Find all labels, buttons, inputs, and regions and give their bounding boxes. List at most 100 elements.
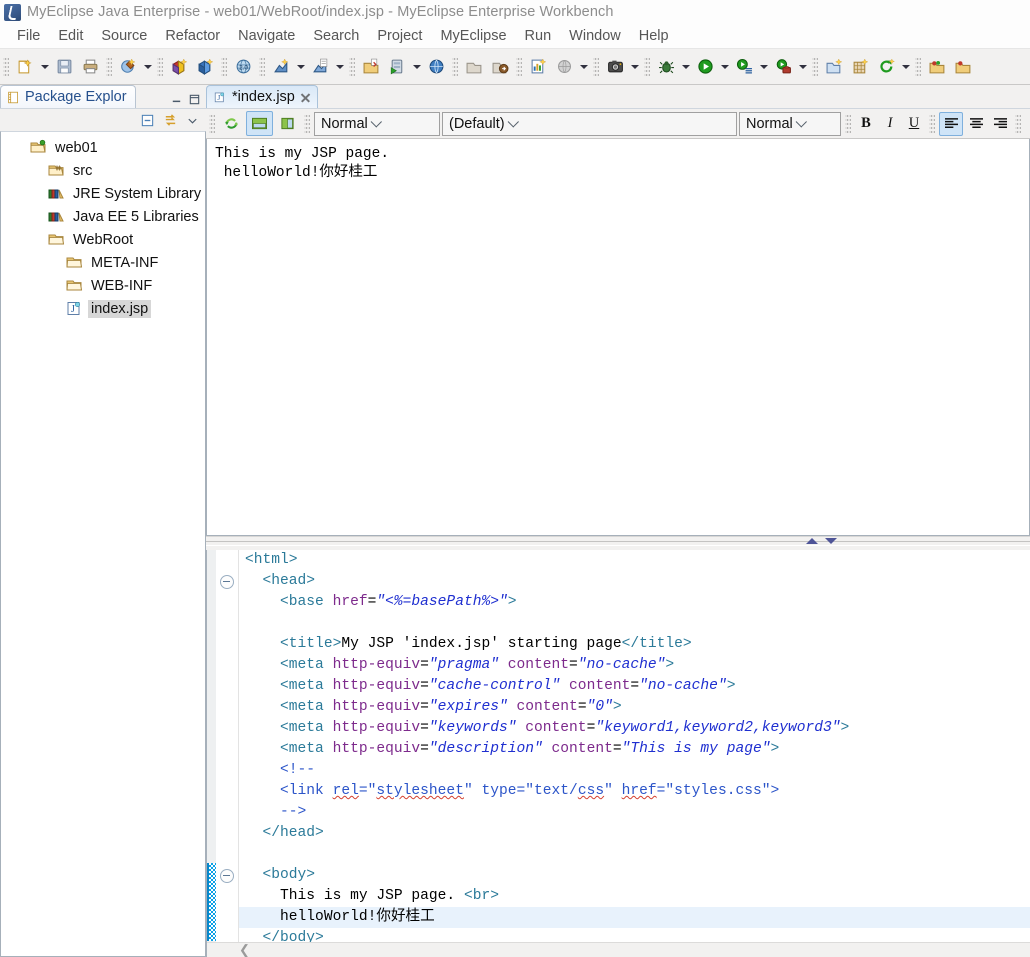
new-package-red-icon[interactable] — [167, 55, 191, 79]
menu-item-source[interactable]: Source — [92, 27, 156, 45]
new-package-blue-icon[interactable] — [193, 55, 217, 79]
menu-item-window[interactable]: Window — [560, 27, 630, 45]
toolbar-grip[interactable] — [845, 112, 851, 135]
source-editor-pane[interactable]: <html> <head> <base href="<%=basePath%>"… — [206, 550, 1030, 957]
bold-button[interactable]: B — [855, 113, 877, 135]
fill-color-icon[interactable] — [1025, 112, 1030, 135]
new-table-icon[interactable] — [848, 55, 872, 79]
split-vertical-icon[interactable] — [275, 112, 300, 135]
toolbar-grip[interactable] — [929, 112, 935, 135]
toolbar-grip[interactable] — [304, 112, 310, 135]
font-family-combo[interactable]: (Default) — [442, 111, 737, 136]
align-center-icon[interactable] — [965, 113, 987, 135]
run-server-dropdown-arrow[interactable] — [410, 55, 423, 79]
snapshot-dropdown-arrow[interactable] — [628, 55, 641, 79]
print-icon[interactable] — [78, 55, 102, 79]
snapshot-camera-icon[interactable] — [603, 55, 627, 79]
tree-item-index-jsp[interactable]: J index.jsp — [1, 297, 205, 320]
run-dropdown-arrow[interactable] — [718, 55, 731, 79]
sash-down-arrow-icon[interactable] — [825, 538, 837, 544]
new-folder-icon[interactable] — [822, 55, 846, 79]
toolbar-grip[interactable] — [221, 55, 227, 78]
debug-bug-icon[interactable] — [654, 55, 678, 79]
menu-item-run[interactable]: Run — [516, 27, 561, 45]
open-type-icon[interactable] — [359, 55, 383, 79]
tree-item-java-ee-5-libraries[interactable]: Java EE 5 Libraries — [1, 205, 205, 228]
font-size-combo[interactable]: Normal — [739, 111, 841, 136]
new-java-file-dropdown-arrow[interactable] — [333, 55, 346, 79]
toolbar-grip[interactable] — [349, 55, 355, 78]
editor-sash[interactable] — [206, 536, 1030, 550]
menu-item-navigate[interactable]: Navigate — [229, 27, 304, 45]
tree-item-webroot[interactable]: WebRoot — [1, 228, 205, 251]
editor-h-scrollbar[interactable]: ❮ — [207, 942, 1030, 957]
web-preview-icon[interactable] — [552, 55, 576, 79]
menu-item-project[interactable]: Project — [368, 27, 431, 45]
run-server-icon[interactable] — [385, 55, 409, 79]
toolbar-grip[interactable] — [106, 55, 112, 78]
menu-item-help[interactable]: Help — [630, 27, 678, 45]
link-with-editor-icon[interactable] — [163, 113, 178, 128]
underline-button[interactable]: U — [903, 113, 925, 135]
run-history-dropdown-arrow[interactable] — [757, 55, 770, 79]
sash-up-arrow-icon[interactable] — [806, 538, 818, 544]
chevron-down-icon[interactable] — [505, 115, 523, 128]
web20-browser-icon[interactable]: 2.0 — [231, 55, 255, 79]
align-left-icon[interactable] — [939, 111, 963, 136]
toolbar-grip[interactable] — [259, 55, 265, 78]
menu-item-refactor[interactable]: Refactor — [156, 27, 229, 45]
package-explorer-tree[interactable]: web01 src JRE System Library Java EE 5 L… — [0, 131, 206, 957]
align-right-icon[interactable] — [989, 113, 1011, 135]
new-java-class-dropdown-arrow[interactable] — [294, 55, 307, 79]
deploy-myeclipse-icon[interactable] — [116, 55, 140, 79]
split-horizontal-icon[interactable] — [246, 111, 273, 136]
toolbar-grip[interactable] — [452, 55, 458, 78]
design-preview-pane[interactable]: This is my JSP page. helloWorld!你好桂工 — [206, 139, 1030, 536]
refresh-dropdown-arrow[interactable] — [899, 55, 912, 79]
toolbar-grip[interactable] — [593, 55, 599, 78]
folding-ruler[interactable] — [216, 550, 239, 957]
new-wizard-icon[interactable] — [13, 55, 37, 79]
collapse-all-icon[interactable] — [140, 113, 155, 128]
debug-dropdown-arrow[interactable] — [679, 55, 692, 79]
save-icon[interactable] — [52, 55, 76, 79]
open-resource-icon[interactable] — [951, 55, 975, 79]
new-java-file-icon[interactable] — [308, 55, 332, 79]
tree-item-src[interactable]: src — [1, 159, 205, 182]
italic-button[interactable]: I — [879, 113, 901, 135]
run-play-icon[interactable] — [693, 55, 717, 79]
toolbar-grip[interactable] — [915, 55, 921, 78]
toolbar-grip[interactable] — [157, 55, 163, 78]
tab-index-jsp[interactable]: J *index.jsp — [206, 85, 318, 108]
menu-item-myeclipse[interactable]: MyEclipse — [431, 27, 515, 45]
web-preview-dropdown-arrow[interactable] — [577, 55, 590, 79]
paragraph-style-combo[interactable]: Normal — [314, 111, 440, 136]
toolbar-grip[interactable] — [209, 112, 215, 135]
menu-item-edit[interactable]: Edit — [49, 27, 92, 45]
fold-collapse-icon[interactable] — [220, 869, 234, 883]
run-external-tools-icon[interactable] — [771, 55, 795, 79]
export-icon[interactable] — [488, 55, 512, 79]
run-history-icon[interactable] — [732, 55, 756, 79]
refresh-preview-icon[interactable] — [219, 112, 244, 135]
maximize-icon[interactable] — [188, 93, 201, 106]
open-project-icon[interactable] — [925, 55, 949, 79]
fold-collapse-icon[interactable] — [220, 575, 234, 589]
toolbar-grip[interactable] — [1015, 112, 1021, 135]
globe-web-icon[interactable] — [424, 55, 448, 79]
new-java-class-icon[interactable] — [269, 55, 293, 79]
report-icon[interactable] — [526, 55, 550, 79]
close-icon[interactable] — [300, 92, 311, 103]
view-menu-icon[interactable] — [186, 114, 199, 127]
minimize-icon[interactable] — [170, 93, 183, 106]
deploy-dropdown-arrow[interactable] — [141, 55, 154, 79]
refresh-green-icon[interactable] — [874, 55, 898, 79]
open-external-icon[interactable] — [462, 55, 486, 79]
external-tools-dropdown-arrow[interactable] — [796, 55, 809, 79]
scroll-left-icon[interactable]: ❮ — [239, 942, 250, 957]
toolbar-grip[interactable] — [644, 55, 650, 78]
chevron-down-icon[interactable] — [368, 115, 386, 128]
new-wizard-dropdown-arrow[interactable] — [38, 55, 51, 79]
tab-package-explorer[interactable]: Package Explor — [0, 85, 136, 108]
tree-item-meta-inf[interactable]: META-INF — [1, 251, 205, 274]
